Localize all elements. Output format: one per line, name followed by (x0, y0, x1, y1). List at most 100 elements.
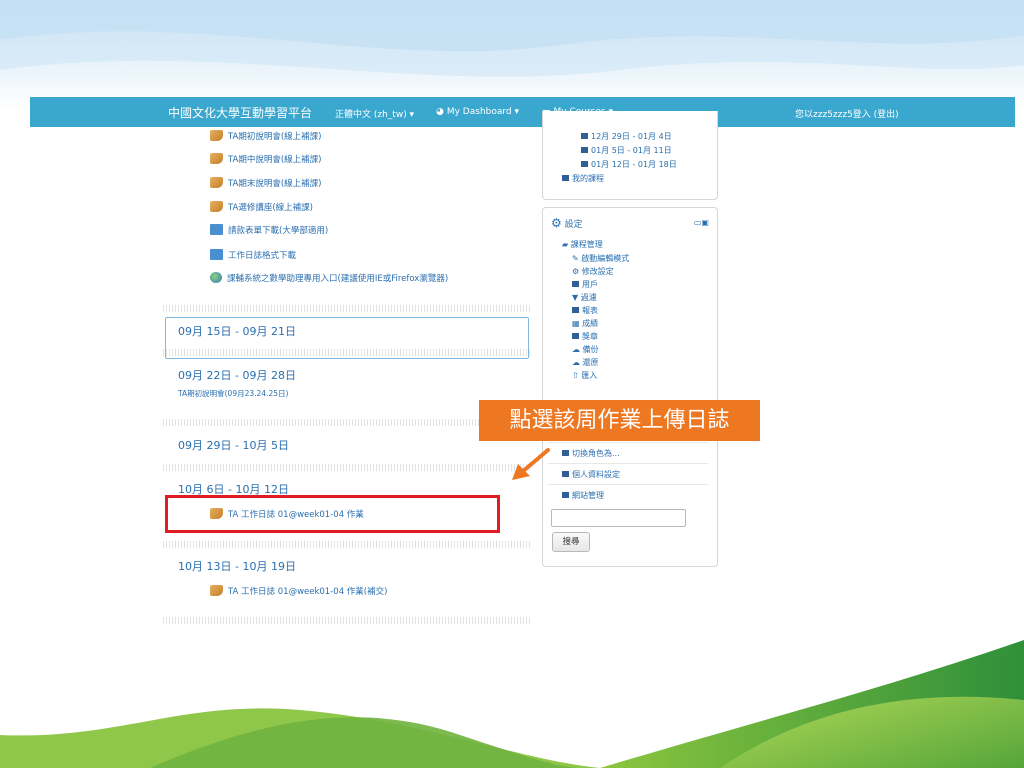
document-icon (210, 201, 223, 212)
folder-icon (581, 161, 588, 167)
nav-week-label: 12月 29日 - 01月 4日 (591, 132, 672, 141)
settings-item[interactable]: 獎章 (572, 331, 598, 342)
pencil-icon: ✎ (572, 254, 582, 263)
settings-item-label: 啟動編輯模式 (581, 254, 630, 263)
course-admin-node[interactable]: ▰ 課程管理 (562, 239, 603, 250)
document-icon (210, 153, 223, 164)
folder-icon (581, 133, 588, 139)
settings-item-label: 報表 (582, 306, 598, 315)
list-item[interactable]: TA期末說明會(線上補課) (210, 177, 321, 189)
settings-item-label: 獎章 (582, 332, 598, 341)
item-label: 工作日誌格式下載 (228, 251, 297, 261)
section-divider (163, 617, 530, 624)
settings-item[interactable]: ☁ 還原 (572, 357, 599, 368)
settings-item[interactable]: ⇧ 匯入 (572, 370, 597, 381)
item-label: TA 工作日誌 01@week01-04 作業(補交) (228, 587, 388, 597)
gear-icon: ⚙ (572, 267, 582, 276)
assignment-link[interactable]: TA 工作日誌 01@week01-04 作業(補交) (210, 585, 387, 597)
switch-role-link[interactable]: 切換角色為... (562, 448, 620, 459)
block-controls[interactable]: ▭▣ (694, 218, 709, 227)
globe-icon (210, 272, 222, 283)
instruction-callout: 點選該周作業上傳日誌 (479, 400, 760, 441)
cloud-download-icon: ☁ (572, 358, 583, 367)
profile-settings-link[interactable]: 個人資料設定 (562, 469, 620, 480)
browser-screenshot: 中國文化大學互動學習平台 正體中文 (zh_tw) ▾ ◕ My Dashboar… (30, 97, 1015, 630)
section-title[interactable]: 09月 29日 - 10月 5日 (178, 437, 289, 453)
search-button[interactable]: 搜尋 (552, 532, 590, 552)
settings-item[interactable]: ✎ 啟動編輯模式 (572, 253, 629, 264)
section-title[interactable]: 09月 15日 - 09月 21日 (178, 323, 296, 339)
table-icon: ▦ (572, 319, 583, 328)
list-item[interactable]: 工作日誌格式下載 (210, 249, 296, 261)
nav-week-link[interactable]: 12月 29日 - 01月 4日 (581, 131, 672, 142)
site-brand-link[interactable]: 中國文化大學互動學習平台 (168, 104, 312, 121)
folder-icon (581, 147, 588, 153)
document-icon (210, 177, 223, 188)
site-admin-link[interactable]: 網站管理 (562, 490, 604, 501)
item-label: TA期中說明會(線上補課) (228, 155, 322, 165)
folder-icon (210, 224, 223, 235)
settings-item[interactable]: 用戶 (572, 279, 598, 290)
folder-icon (562, 450, 569, 456)
section-title[interactable]: 09月 22日 - 09月 28日 (178, 367, 296, 383)
folder-icon (572, 333, 579, 339)
section-title[interactable]: 10月 13日 - 10月 19日 (178, 558, 296, 574)
gears-icon: ⚙ (551, 216, 562, 230)
list-item[interactable]: TA期初說明會(線上補課) (210, 130, 321, 142)
settings-title: ⚙ 設定 (551, 216, 583, 230)
section-divider (163, 541, 530, 548)
login-info-link[interactable]: 您以zzz5zzz5登入 (登出) (795, 107, 899, 120)
item-label: 課輔系統之數學助理專用入口(建議使用IE或Firefox瀏覽器) (227, 274, 449, 284)
section-divider (163, 464, 530, 471)
profile-settings-label: 個人資料設定 (572, 470, 620, 479)
navigation-block: 12月 29日 - 01月 4日 01月 5日 - 01月 11日 01月 12… (542, 111, 718, 200)
switch-role-label: 切換角色為... (572, 449, 620, 458)
site-admin-label: 網站管理 (572, 491, 604, 500)
my-courses-label: 我的課程 (572, 174, 604, 183)
nav-week-label: 01月 12日 - 01月 18日 (591, 160, 677, 169)
item-label: 請款表單下載(大學部適用) (228, 226, 329, 236)
list-item[interactable]: TA選修講座(線上補課) (210, 201, 313, 213)
upload-icon: ⇧ (572, 371, 582, 380)
section-divider (163, 349, 530, 356)
language-menu[interactable]: 正體中文 (zh_tw) ▾ (335, 107, 414, 120)
dashboard-icon: ◕ (436, 107, 444, 117)
block-separator (548, 463, 708, 464)
folder-icon (210, 249, 223, 260)
settings-item[interactable]: ▦ 成績 (572, 318, 598, 329)
settings-item-label: 還原 (582, 358, 599, 367)
filter-icon: ▼ (572, 293, 581, 302)
item-label: TA期初說明會(線上補課) (228, 132, 322, 142)
folder-open-icon: ▰ (562, 240, 571, 249)
list-item[interactable]: 請款表單下載(大學部適用) (210, 224, 328, 236)
section-divider (163, 305, 530, 312)
folder-icon (562, 175, 569, 181)
nav-week-link[interactable]: 01月 12日 - 01月 18日 (581, 159, 677, 170)
document-icon (210, 130, 223, 141)
item-label: TA選修講座(線上補課) (228, 203, 313, 213)
dashboard-label: My Dashboard ▾ (446, 107, 520, 117)
settings-item[interactable]: 報表 (572, 305, 598, 316)
settings-item-label: 修改設定 (581, 267, 614, 276)
item-label: TA期末說明會(線上補課) (228, 179, 322, 189)
document-icon (210, 585, 223, 596)
settings-item[interactable]: ⚙ 修改設定 (572, 266, 614, 277)
block-separator (548, 484, 708, 485)
list-item[interactable]: TA期中說明會(線上補課) (210, 153, 321, 165)
list-item[interactable]: 課輔系統之數學助理專用入口(建議使用IE或Firefox瀏覽器) (210, 272, 448, 284)
settings-item[interactable]: ▼ 過濾 (572, 292, 597, 303)
settings-item-label: 匯入 (581, 371, 598, 380)
settings-item-label: 備份 (582, 345, 599, 354)
settings-item[interactable]: ☁ 備份 (572, 344, 599, 355)
cloud-upload-icon: ☁ (572, 345, 583, 354)
folder-icon (562, 471, 569, 477)
nav-week-link[interactable]: 01月 5日 - 01月 11日 (581, 145, 672, 156)
dashboard-menu[interactable]: ◕ My Dashboard ▾ (436, 107, 519, 117)
settings-item-label: 成績 (582, 319, 599, 328)
highlight-box (165, 495, 500, 533)
my-courses-link[interactable]: 我的課程 (562, 173, 604, 184)
block-separator (548, 442, 708, 443)
settings-title-label: 設定 (564, 220, 583, 230)
callout-arrow-icon (512, 448, 550, 480)
settings-search-input[interactable] (551, 509, 686, 527)
